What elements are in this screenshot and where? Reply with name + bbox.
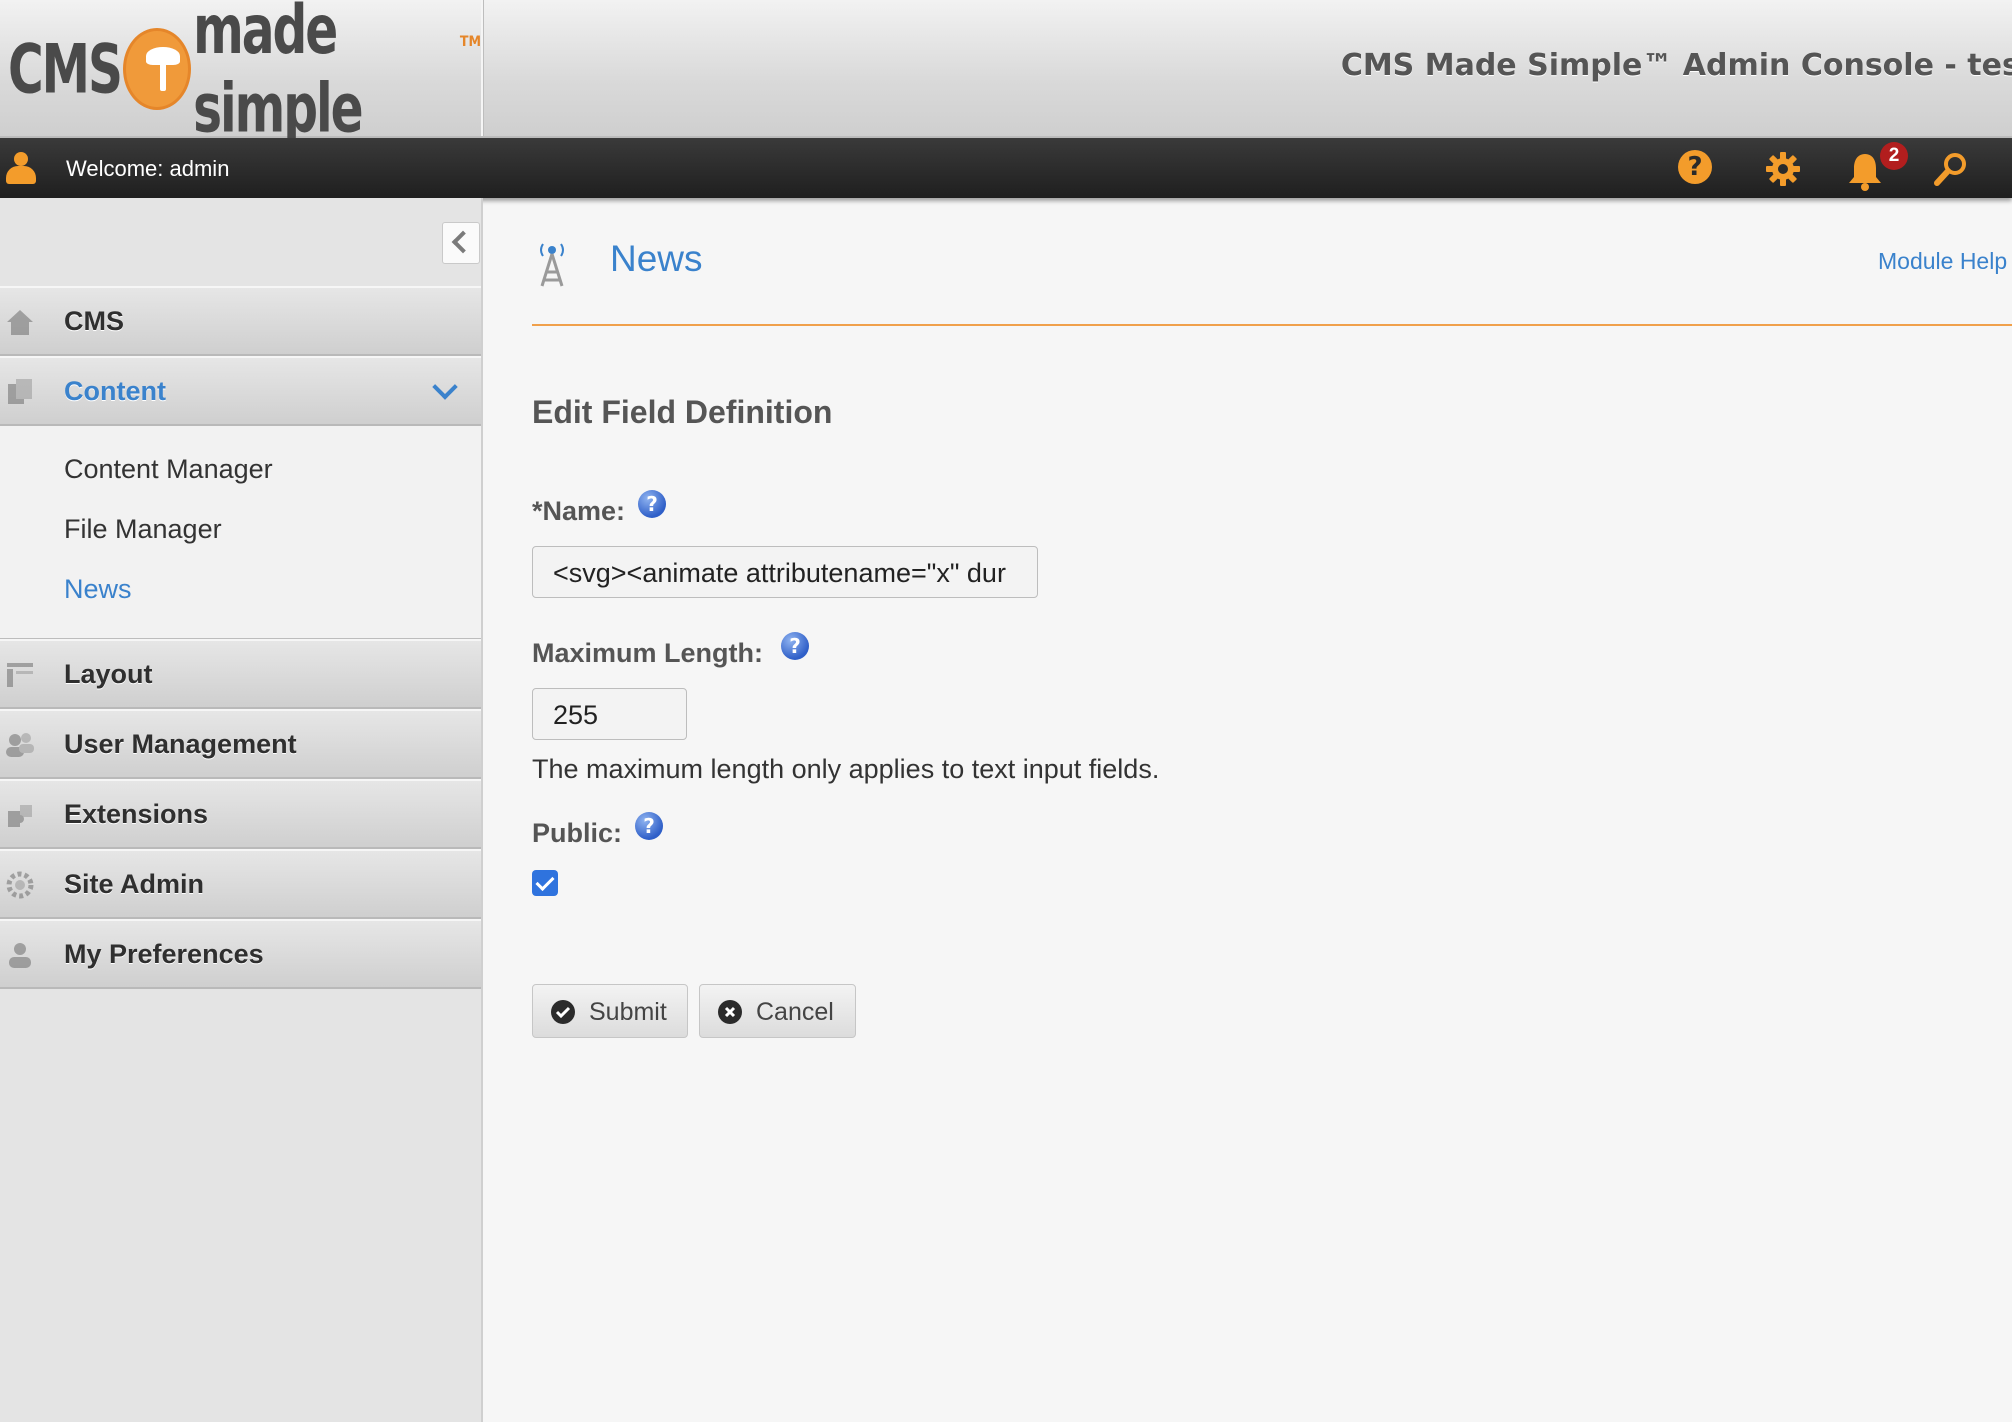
max-length-help-icon[interactable]: ? <box>781 632 809 660</box>
top-header: CMS made simple TM CMS Made Simple™ Admi… <box>0 0 2012 148</box>
content-icon <box>8 379 32 404</box>
close-circle-icon <box>718 1000 742 1024</box>
sidebar-item-site-admin[interactable]: Site Admin <box>0 849 481 919</box>
public-checkbox[interactable] <box>532 870 558 896</box>
gear-icon <box>6 871 34 899</box>
sidebar-item-label: User Management <box>64 729 297 759</box>
sidebar-item-my-preferences[interactable]: My Preferences <box>0 919 481 989</box>
public-label: Public: <box>532 818 623 848</box>
page-title: News <box>610 238 703 279</box>
sidebar-item-cms[interactable]: CMS <box>0 286 481 356</box>
sidebar-item-label: Content <box>64 376 166 406</box>
notification-badge[interactable]: 2 <box>1880 142 1908 170</box>
search-icon[interactable] <box>1932 150 1970 188</box>
check-circle-icon <box>551 1000 575 1024</box>
name-field[interactable]: <svg><animate attributename="x" dur <box>532 546 1038 598</box>
name-help-icon[interactable]: ? <box>638 490 666 518</box>
sidebar: CMS Content Content Manager File Manager… <box>0 198 483 1422</box>
max-length-field[interactable]: 255 <box>532 688 687 740</box>
title-divider <box>532 324 2012 326</box>
sidebar-item-label: CMS <box>64 306 124 336</box>
sidebar-item-label: Extensions <box>64 799 209 829</box>
sidebar-item-content-manager[interactable]: Content Manager <box>64 454 273 485</box>
section-heading: Edit Field Definition <box>532 394 833 430</box>
logo-text-left: CMS <box>8 29 123 109</box>
content-submenu: Content Manager File Manager News <box>0 426 481 640</box>
user-icon <box>6 152 36 184</box>
submit-button[interactable]: Submit <box>532 984 688 1038</box>
users-icon <box>6 733 34 757</box>
help-icon[interactable]: ? <box>1678 150 1716 188</box>
sidebar-item-label: My Preferences <box>64 939 264 969</box>
logo-area[interactable]: CMS made simple TM <box>0 0 483 148</box>
sidebar-item-label: Layout <box>64 659 153 689</box>
cancel-label: Cancel <box>756 998 834 1026</box>
submit-label: Submit <box>589 998 667 1026</box>
sidebar-item-content[interactable]: Content <box>0 356 481 426</box>
chevron-down-icon[interactable] <box>432 374 458 400</box>
news-antenna-icon <box>540 243 564 287</box>
layout-icon <box>7 663 33 687</box>
sidebar-item-file-manager[interactable]: File Manager <box>64 514 222 545</box>
logo-text-right: made simple <box>193 0 364 148</box>
max-length-label: Maximum Length: <box>532 638 764 668</box>
welcome-text: Welcome: admin <box>66 156 230 181</box>
bell-icon[interactable] <box>1846 150 1884 191</box>
logo-trademark: TM <box>459 34 481 50</box>
sidebar-item-layout[interactable]: Layout <box>0 639 481 709</box>
gear-icon[interactable] <box>1764 150 1802 188</box>
console-title: CMS Made Simple™ Admin Console - tests <box>1340 48 2012 83</box>
home-icon <box>7 310 33 335</box>
public-help-icon[interactable]: ? <box>635 812 663 840</box>
name-label: *Name: <box>532 496 626 526</box>
max-length-hint: The maximum length only applies to text … <box>532 754 1160 784</box>
user-icon <box>9 943 31 968</box>
main-content: News Module Help Edit Field Definition *… <box>482 198 2012 1422</box>
module-help-link[interactable]: Module Help <box>1878 248 2007 275</box>
sidebar-item-user-management[interactable]: User Management <box>0 709 481 779</box>
puzzle-icon <box>8 805 32 827</box>
cancel-button[interactable]: Cancel <box>699 984 856 1038</box>
user-bar: Welcome: admin ? <box>0 138 2012 198</box>
collapse-sidebar-button[interactable] <box>442 222 480 264</box>
sidebar-item-news[interactable]: News <box>64 574 132 605</box>
sidebar-item-label: Site Admin <box>64 869 205 899</box>
palm-tree-icon <box>123 28 192 110</box>
sidebar-item-extensions[interactable]: Extensions <box>0 779 481 849</box>
cms-made-simple-logo[interactable]: CMS made simple TM <box>8 0 481 148</box>
